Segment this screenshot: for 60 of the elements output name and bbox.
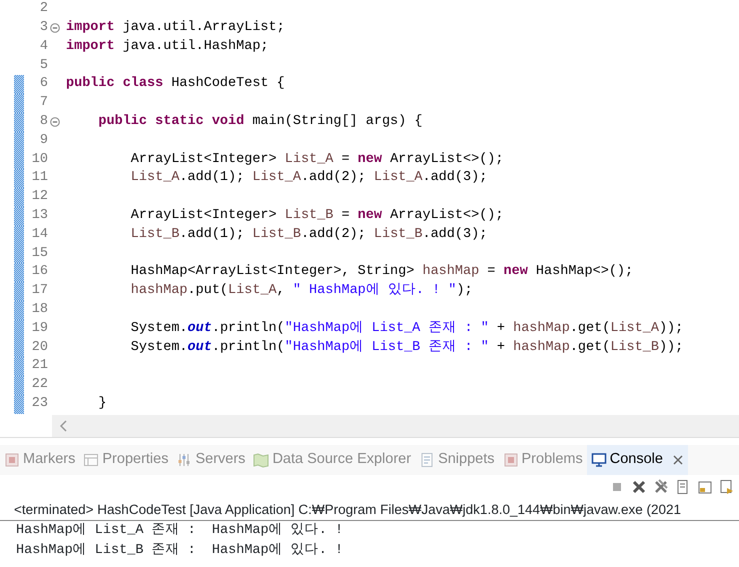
line-number: 9 [38,132,48,150]
horizontal-scrollbar[interactable] [52,415,739,437]
close-icon[interactable] [672,454,684,466]
markers-icon [502,452,518,468]
collapse-icon[interactable] [50,117,60,128]
collapse-icon[interactable] [50,23,60,34]
line-number: 6 [38,75,48,94]
console-output-line: HashMap에 List_B 존재 : HashMap에 있다. ! [15,542,344,560]
line-number: 15 [30,244,48,263]
code-line: public class HashCodeTest { [65,75,285,94]
code-line: System.out.println("HashMap에 List_A 존재 : " + hashMap.get(List_A)); [130,320,684,338]
line-number: 11 [30,169,48,188]
line-number: 8 [38,113,48,132]
line-number: 21 [30,357,48,376]
line-number: 12 [30,188,48,206]
view-tab[interactable]: Problems [498,445,587,475]
code-line: ArrayList<Integer> List_A = new ArrayList<>(); [130,150,504,169]
line-number: 7 [38,94,48,112]
table-icon [83,452,100,468]
view-tab[interactable]: Console [586,445,688,475]
code-line: } [97,395,107,414]
map-icon [253,452,270,468]
line-number: 4 [38,38,48,56]
code-line: System.out.println("HashMap에 List_B 존재 : " + hashMap.get(List_B)); [130,338,684,357]
view-tab[interactable]: Properties [79,445,172,475]
remove-icon[interactable] [631,479,647,495]
line-number: 13 [30,207,48,226]
view-tab[interactable]: Servers [172,445,250,475]
line-number: 5 [38,56,48,75]
line-number: 23 [30,395,48,414]
line-number: 22 [30,376,48,394]
line-number: 2 [38,0,48,18]
code-line: import java.util.HashMap; [65,38,269,56]
view-tab[interactable]: Data Source Explorer [249,445,416,475]
code-line: hashMap.put(List_A, " HashMap에 있다. ! "); [130,282,473,300]
document-icon[interactable] [719,479,735,495]
view-tab[interactable]: Snippets [415,445,498,475]
code-line: ArrayList<Integer> List_B = new ArrayList<>(); [130,207,504,226]
sliders-icon [176,452,192,468]
line-number: 20 [30,338,48,357]
code-line: import java.util.ArrayList; [65,19,285,38]
code-line: List_A.add(1); List_A.add(2); List_A.add(3); [130,169,488,188]
line-number: 17 [30,282,48,300]
console-status: <terminated> HashCodeTest [Java Application] C:₩Program Files₩Java₩jdk1.8.0_144₩bin₩javaw.exe (2021 [0,499,739,521]
line-number: 18 [30,301,48,320]
markers-icon [4,452,20,468]
monitor-icon [590,452,607,468]
code-line: HashMap<ArrayList<Integer>, String> hashMap = new HashMap<>(); [130,263,634,282]
line-number: 19 [30,320,48,338]
scroll-left-icon[interactable] [60,420,68,432]
line-number: 16 [30,263,48,282]
remove-all-icon[interactable] [653,479,669,495]
document-icon [419,452,436,468]
console-output-line: HashMap에 List_A 존재 : HashMap에 있다. ! [15,522,344,540]
view-tab[interactable]: Markers [0,445,80,475]
code-line: List_B.add(1); List_B.add(2); List_B.add(3); [130,226,488,244]
line-number: 3 [38,19,48,38]
line-number: 10 [30,150,48,169]
code-line: public static void main(String[] args) { [97,113,422,132]
line-number: 14 [30,226,48,244]
